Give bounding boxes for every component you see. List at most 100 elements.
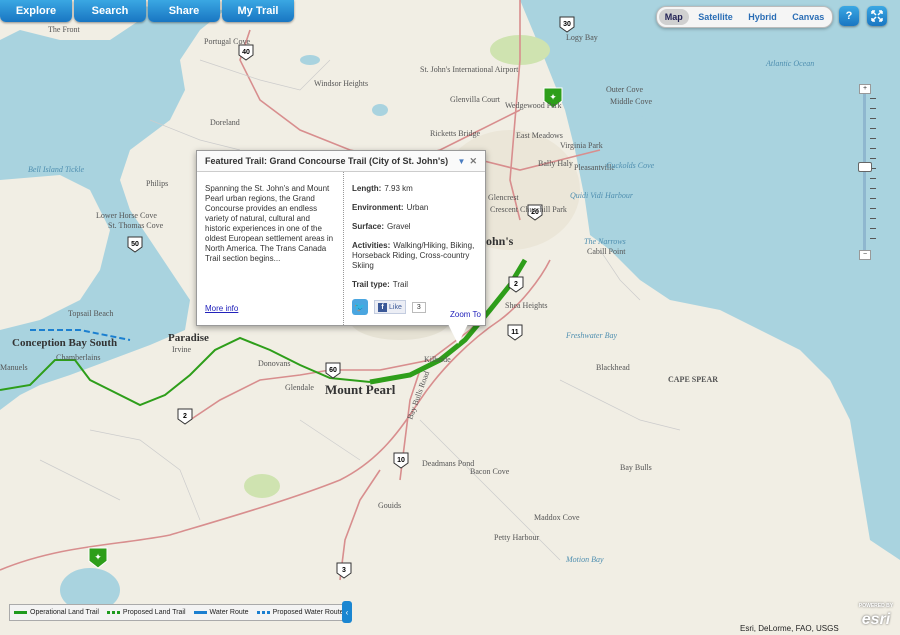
- zoom-ticks: [870, 98, 876, 248]
- zoom-to-link[interactable]: Zoom To: [450, 310, 481, 319]
- collapse-icon[interactable]: ▼: [458, 157, 466, 166]
- route-shield-label: 10: [397, 457, 405, 464]
- route-shield-label: 30: [563, 21, 571, 28]
- trail-description: Spanning the St. John's and Mount Pearl …: [205, 184, 335, 264]
- place-label: Logy Bay: [566, 33, 598, 42]
- field-trail-type: Trail type:Trail: [352, 280, 477, 290]
- basemap-hybrid[interactable]: Hybrid: [742, 9, 783, 25]
- help-button[interactable]: ?: [839, 6, 859, 26]
- place-label: Glendale: [285, 383, 314, 392]
- place-label: Cabill Point: [587, 247, 626, 256]
- place-label: Paradise: [168, 332, 209, 344]
- place-label: Bay Bulls: [620, 463, 652, 472]
- popup-pointer: [448, 324, 468, 344]
- place-label: Outer Cove: [606, 85, 644, 94]
- esri-logo[interactable]: POWERED BYesri: [856, 606, 896, 634]
- popup-header: Featured Trail: Grand Concourse Trail (C…: [197, 151, 485, 172]
- place-label: St. Thomas Cove: [108, 221, 164, 230]
- my-trail-button[interactable]: My Trail: [222, 0, 294, 22]
- facebook-like-button[interactable]: fLike: [374, 300, 406, 314]
- park-area: [244, 474, 280, 498]
- place-label: Blackhead: [596, 363, 630, 372]
- place-label: Topsail Beach: [68, 309, 113, 318]
- place-label: Shea Heights: [505, 301, 547, 310]
- place-label: Portugal Cove: [204, 37, 250, 46]
- place-label: Manuels: [0, 363, 28, 372]
- legend-item: Proposed Water Route: [257, 609, 344, 616]
- field-activities: Activities:Walking/Hiking, Biking, Horse…: [352, 241, 477, 271]
- lake: [372, 104, 388, 116]
- zoom-out-button[interactable]: −: [859, 250, 871, 260]
- place-label: Doreland: [210, 118, 240, 127]
- basemap-switcher: Map Satellite Hybrid Canvas: [656, 6, 833, 28]
- explore-button[interactable]: Explore: [0, 0, 72, 22]
- basemap-canvas[interactable]: Canvas: [786, 9, 830, 25]
- fullscreen-button[interactable]: [867, 6, 887, 26]
- lake: [634, 116, 646, 124]
- basemap-satellite[interactable]: Satellite: [692, 9, 739, 25]
- water-label: The Narrows: [584, 237, 626, 246]
- twitter-icon[interactable]: 🐦: [352, 299, 368, 315]
- water-label: Motion Bay: [565, 555, 604, 564]
- close-icon[interactable]: ✕: [469, 156, 477, 167]
- place-label: Ricketts Bridge: [430, 129, 480, 138]
- place-label: Virginia Park: [560, 141, 603, 150]
- route-shield-label: 60: [329, 367, 337, 374]
- facebook-icon: f: [378, 303, 387, 312]
- route-shield-label: 11: [511, 329, 519, 336]
- field-environment: Environment:Urban: [352, 203, 477, 213]
- place-label: Glencrest: [488, 193, 519, 202]
- place-label: Conception Bay South: [12, 337, 117, 349]
- place-label: Philips: [146, 179, 168, 188]
- place-label: Crescent Churchill Park: [490, 205, 567, 214]
- place-label: Bacon Cove: [470, 467, 510, 476]
- basemap-map[interactable]: Map: [659, 9, 689, 25]
- water-label: Atlantic Ocean: [765, 59, 814, 68]
- zoom-slider[interactable]: + −: [859, 84, 871, 260]
- svg-text:✦: ✦: [94, 552, 102, 562]
- place-label: Windsor Heights: [314, 79, 368, 88]
- place-label: Donovans: [258, 359, 290, 368]
- place-label: East Meadows: [516, 131, 563, 140]
- place-label: St. John's International Airport: [420, 65, 519, 74]
- map-attribution: Esri, DeLorme, FAO, USGS: [740, 624, 839, 633]
- place-label: Chamberlains: [56, 353, 100, 362]
- water-label: Bell Island Tickle: [28, 165, 84, 174]
- route-shield-label: 2: [183, 413, 187, 420]
- more-info-link[interactable]: More info: [205, 304, 238, 313]
- place-label: CAPE SPEAR: [668, 375, 718, 384]
- water-label: Cuckolds Cove: [606, 161, 655, 170]
- place-label: The Front: [48, 25, 81, 34]
- field-surface: Surface:Gravel: [352, 222, 477, 232]
- place-label: Maddox Cove: [534, 513, 580, 522]
- route-shield-label: 3: [342, 567, 346, 574]
- place-label: Bally Haly: [538, 159, 573, 168]
- zoom-thumb[interactable]: [858, 162, 872, 172]
- place-label: Lower Horse Cove: [96, 211, 157, 220]
- water-label: Freshwater Bay: [565, 331, 617, 340]
- zoom-in-button[interactable]: +: [859, 84, 871, 94]
- field-length: Length:7.93 km: [352, 184, 477, 194]
- zoom-track[interactable]: [863, 94, 866, 250]
- lake: [300, 55, 320, 65]
- place-label: Glenvilla Court: [450, 95, 501, 104]
- legend-item: Water Route: [194, 609, 249, 616]
- legend-collapse-button[interactable]: ‹: [342, 601, 352, 623]
- place-label: Middle Cove: [610, 97, 652, 106]
- fullscreen-icon: [871, 10, 883, 22]
- water-label: Quidi Vidi Harbour: [570, 191, 634, 200]
- place-label: Deadmans Pond: [422, 459, 474, 468]
- place-label: Mount Pearl: [325, 382, 396, 397]
- trail-info-popup: Featured Trail: Grand Concourse Trail (C…: [196, 150, 486, 326]
- place-label: Kilbride: [424, 355, 451, 364]
- share-button[interactable]: Share: [148, 0, 220, 22]
- search-button[interactable]: Search: [74, 0, 146, 22]
- legend-item: Operational Land Trail: [14, 609, 99, 616]
- like-count: 3: [412, 302, 426, 313]
- place-label: Petty Harbour: [494, 533, 539, 542]
- popup-title: Featured Trail: Grand Concourse Trail (C…: [205, 156, 458, 166]
- legend: Operational Land Trail Proposed Land Tra…: [9, 604, 349, 621]
- legend-item: Proposed Land Trail: [107, 609, 186, 616]
- place-label: Irvine: [172, 345, 192, 354]
- route-shield-label: 50: [131, 241, 139, 248]
